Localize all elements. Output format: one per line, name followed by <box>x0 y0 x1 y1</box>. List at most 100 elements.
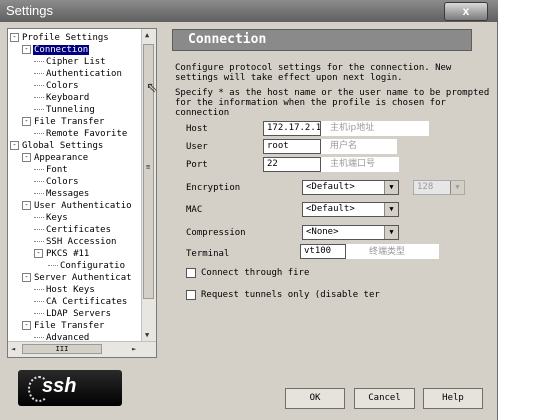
tree-item-label: Server Authenticat <box>34 273 132 283</box>
mac-label: MAC <box>186 205 203 215</box>
tree-item-4[interactable]: Colors <box>34 80 80 92</box>
tree-connector <box>34 217 44 218</box>
tree-connector <box>34 85 44 86</box>
tree-item-6[interactable]: Tunneling <box>34 104 96 116</box>
collapse-toggle-icon[interactable]: - <box>22 117 31 126</box>
tree-item-8[interactable]: Remote Favorite <box>34 128 128 140</box>
port-hint-box: 主机端口号 <box>321 157 399 172</box>
tree-item-14[interactable]: - User Authenticatio <box>22 200 133 212</box>
tree-item-17[interactable]: SSH Accession <box>34 236 117 248</box>
tree-item-label: CA Certificates <box>46 297 128 307</box>
window-title: Settings <box>6 3 53 18</box>
tree-connector <box>34 73 44 74</box>
terminal-hint-box: 终端类型 <box>346 244 439 259</box>
tree-vertical-scrollbar[interactable]: ▲ ≡ ▼ <box>141 29 156 342</box>
user-label: User <box>186 142 208 152</box>
tree-connector <box>34 337 44 338</box>
mac-value: <Default> <box>306 204 355 214</box>
tree-item-label: Colors <box>46 81 79 91</box>
tree-item-13[interactable]: Messages <box>34 188 90 200</box>
tree-item-11[interactable]: Font <box>34 164 69 176</box>
tree-item-18[interactable]: - PKCS #11 <box>34 248 90 260</box>
tree-item-3[interactable]: Authentication <box>34 68 123 80</box>
scroll-right-arrow-icon[interactable]: ► <box>132 345 136 353</box>
scroll-left-arrow-icon[interactable]: ◄ <box>11 345 15 353</box>
tree-connector <box>34 301 44 302</box>
tree-item-10[interactable]: - Appearance <box>22 152 89 164</box>
tree-item-label: Remote Favorite <box>46 129 128 139</box>
tunnels-checkbox[interactable] <box>186 290 196 300</box>
tree-item-23[interactable]: LDAP Servers <box>34 308 112 320</box>
section-header: Connection <box>172 29 472 51</box>
close-button[interactable]: x <box>444 2 488 21</box>
firewall-checkbox-label: Connect through fire <box>201 268 310 278</box>
chevron-down-icon: ▼ <box>450 181 464 194</box>
tree-item-1[interactable]: - Connection <box>22 44 90 56</box>
cancel-button[interactable]: Cancel <box>354 388 415 409</box>
collapse-toggle-icon[interactable]: - <box>22 321 31 330</box>
tree-item-label: Appearance <box>34 153 89 163</box>
ssh-logo: ssh <box>18 370 122 406</box>
scroll-up-arrow-icon[interactable]: ▲ <box>145 31 149 39</box>
tree-item-label: Authentication <box>46 69 122 79</box>
port-label: Port <box>186 160 208 170</box>
tree-item-19[interactable]: Configuratio <box>48 260 126 272</box>
firewall-checkbox[interactable] <box>186 268 196 278</box>
tree-item-12[interactable]: Colors <box>34 176 80 188</box>
user-input[interactable]: root <box>263 139 321 154</box>
collapse-toggle-icon[interactable]: - <box>10 141 19 150</box>
tree-item-label: Colors <box>46 177 79 187</box>
collapse-toggle-icon[interactable]: - <box>10 33 19 42</box>
ok-button[interactable]: OK <box>285 388 345 409</box>
tree-item-20[interactable]: - Server Authenticat <box>22 272 133 284</box>
collapse-toggle-icon[interactable]: - <box>22 45 31 54</box>
terminal-input[interactable]: vt100 <box>300 244 346 259</box>
key-length-select: 128 ▼ <box>413 180 465 195</box>
encryption-label: Encryption <box>186 183 241 193</box>
collapse-toggle-icon[interactable]: - <box>22 153 31 162</box>
tree-item-21[interactable]: Host Keys <box>34 284 96 296</box>
chevron-down-icon[interactable]: ▼ <box>384 203 398 216</box>
tree-item-16[interactable]: Certificates <box>34 224 112 236</box>
chevron-down-icon[interactable]: ▼ <box>384 181 398 194</box>
scroll-down-arrow-icon[interactable]: ▼ <box>145 331 149 339</box>
port-input[interactable]: 22 <box>263 157 321 172</box>
collapse-toggle-icon[interactable]: - <box>22 201 31 210</box>
tree-item-label: File Transfer <box>34 117 105 127</box>
chevron-down-icon[interactable]: ▼ <box>384 226 398 239</box>
tree-item-label: File Transfer <box>34 321 105 331</box>
user-hint-box: 用户名 <box>321 139 397 154</box>
collapse-toggle-icon[interactable]: - <box>34 249 43 258</box>
tree-horizontal-scrollbar[interactable]: ◄ III ► <box>8 341 156 357</box>
tree-item-9[interactable]: - Global Settings <box>10 140 104 152</box>
tree-horizontal-scroll-thumb[interactable]: III <box>22 344 102 354</box>
tree-item-label: Connection <box>33 45 90 55</box>
tree-item-5[interactable]: Keyboard <box>34 92 90 104</box>
help-button[interactable]: Help <box>423 388 483 409</box>
terminal-hint: 终端类型 <box>369 247 406 257</box>
title-bar: Settings x <box>0 0 498 22</box>
tree-item-label: Certificates <box>46 225 112 235</box>
tree-item-label: Font <box>46 165 68 175</box>
settings-tree: - Profile Settings - Connection Cipher List A… <box>8 29 143 342</box>
compression-select[interactable]: <None> ▼ <box>302 225 399 240</box>
tree-item-label: LDAP Servers <box>46 309 112 319</box>
tree-item-label: Configuratio <box>60 261 126 271</box>
tree-item-15[interactable]: Keys <box>34 212 69 224</box>
encryption-select[interactable]: <Default> ▼ <box>302 180 399 195</box>
collapse-toggle-icon[interactable]: - <box>22 273 31 282</box>
tree-item-0[interactable]: - Profile Settings <box>10 32 110 44</box>
ssh-logo-text: ssh <box>42 375 77 397</box>
host-input[interactable]: 172.17.2.1 <box>263 121 321 136</box>
tree-item-2[interactable]: Cipher List <box>34 56 107 68</box>
tree-item-24[interactable]: - File Transfer <box>22 320 105 332</box>
host-hint-box: 主机ip地址 <box>321 121 429 136</box>
host-label: Host <box>186 124 208 134</box>
tree-item-label: User Authenticatio <box>34 201 132 211</box>
tree-connector <box>34 229 44 230</box>
tree-item-22[interactable]: CA Certificates <box>34 296 128 308</box>
tree-item-7[interactable]: - File Transfer <box>22 116 105 128</box>
tree-item-label: Tunneling <box>46 105 95 115</box>
mac-select[interactable]: <Default> ▼ <box>302 202 399 217</box>
compression-label: Compression <box>186 228 246 238</box>
